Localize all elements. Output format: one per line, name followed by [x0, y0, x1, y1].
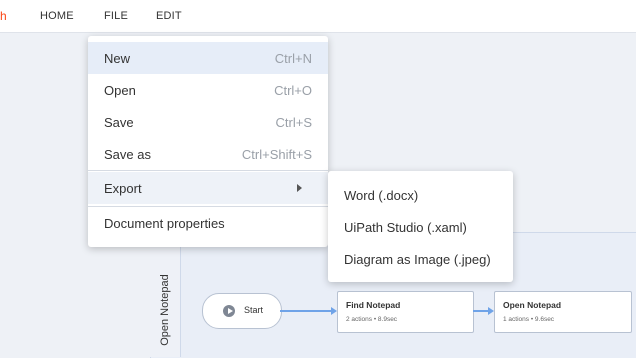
submenu-item-label: Diagram as Image (.jpeg) — [344, 252, 491, 267]
app-logo: h — [0, 9, 7, 23]
submenu-item-label: UiPath Studio (.xaml) — [344, 220, 467, 235]
menu-edit[interactable]: EDIT — [156, 10, 182, 22]
menu-item-shortcut: Ctrl+O — [274, 83, 312, 98]
activity-node[interactable]: Open Notepad 1 actions • 9.6sec — [494, 291, 632, 333]
connector-line — [280, 310, 331, 312]
menu-item-save[interactable]: Save Ctrl+S — [88, 106, 328, 138]
menu-item-document-properties[interactable]: Document properties — [88, 208, 328, 240]
menu-item-shortcut: Ctrl+N — [274, 51, 312, 66]
menu-item-save-as[interactable]: Save as Ctrl+Shift+S — [88, 138, 328, 170]
top-menu-bar: h HOME FILE EDIT — [0, 0, 636, 33]
submenu-item-label: Word (.docx) — [344, 188, 419, 203]
menu-divider — [88, 170, 328, 171]
file-dropdown-menu: New Ctrl+N Open Ctrl+O Save Ctrl+S Save … — [88, 36, 328, 247]
start-label: Start — [244, 305, 264, 315]
swimlane-label: Open Notepad — [150, 232, 181, 357]
menu-item-shortcut: Ctrl+Shift+S — [241, 147, 312, 162]
activity-stats: 1 actions • 9.6sec — [503, 316, 555, 323]
activity-stats: 2 actions • 8.9sec — [346, 316, 398, 323]
submenu-item-word[interactable]: Word (.docx) — [328, 179, 513, 211]
menu-item-open[interactable]: Open Ctrl+O — [88, 74, 328, 106]
swimlane-title: Open Notepad — [159, 274, 171, 346]
submenu-arrow-icon — [297, 184, 302, 192]
activity-node[interactable]: Find Notepad 2 actions • 8.9sec — [337, 291, 474, 333]
submenu-item-diagram-image[interactable]: Diagram as Image (.jpeg) — [328, 243, 513, 275]
menu-item-label: Export — [104, 181, 142, 196]
menu-item-label: Open — [104, 83, 136, 98]
menu-file[interactable]: FILE — [104, 10, 128, 22]
menu-item-label: Save as — [104, 147, 151, 162]
menu-item-label: New — [104, 51, 131, 66]
menu-divider — [88, 206, 328, 207]
menu-item-label: Save — [104, 115, 134, 130]
play-icon — [223, 305, 235, 317]
activity-title: Open Notepad — [503, 300, 562, 310]
menu-item-new[interactable]: New Ctrl+N — [88, 42, 328, 74]
submenu-item-uipath-studio[interactable]: UiPath Studio (.xaml) — [328, 211, 513, 243]
menu-item-shortcut: Ctrl+S — [275, 115, 312, 130]
connector-line — [473, 310, 488, 312]
menu-item-label: Document properties — [104, 216, 225, 231]
export-submenu: Word (.docx) UiPath Studio (.xaml) Diagr… — [328, 171, 513, 282]
start-node[interactable]: Start — [202, 293, 282, 329]
menu-home[interactable]: HOME — [40, 10, 74, 22]
menu-item-export[interactable]: Export — [88, 172, 328, 204]
activity-title: Find Notepad — [346, 300, 401, 310]
